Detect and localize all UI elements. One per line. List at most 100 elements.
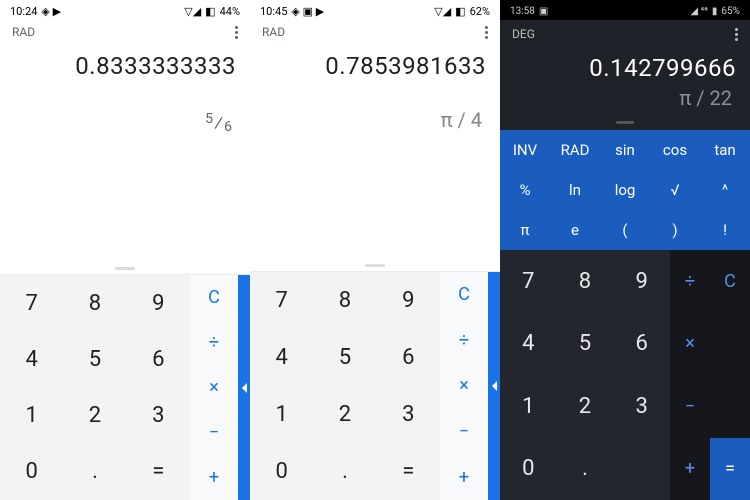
key-divide[interactable]: ÷ [670, 250, 710, 313]
more-menu-button[interactable] [485, 26, 488, 39]
key-dot[interactable]: . [313, 443, 376, 500]
panel-handle[interactable] [616, 121, 634, 124]
key-minus[interactable]: − [670, 375, 710, 438]
key-sqrt[interactable]: √ [650, 170, 700, 210]
result-display: 0.142799666 [500, 46, 750, 82]
key-dot[interactable]: . [63, 444, 126, 500]
expression-display: π / 22 [500, 82, 750, 114]
key-multiply[interactable]: × [670, 313, 710, 376]
calculator-screen-2: 10:45 ◈ ▣ ▶ ▽◢ ◧ 62% RAD 0.7853981633 π … [250, 0, 500, 500]
key-rad[interactable]: RAD [550, 130, 600, 170]
key-2[interactable]: 2 [557, 375, 614, 438]
number-pad: 7 8 9 4 5 6 1 2 3 0 . = [0, 275, 190, 500]
key-tan[interactable]: tan [700, 130, 750, 170]
key-plus[interactable]: + [670, 438, 710, 500]
key-power[interactable]: ^ [700, 170, 750, 210]
key-5[interactable]: 5 [557, 313, 614, 376]
key-8[interactable]: 8 [63, 275, 126, 331]
status-left-icons: ▣ [539, 6, 548, 17]
key-clear[interactable]: C [190, 275, 238, 320]
key-clear[interactable]: C [710, 250, 750, 313]
key-equals[interactable]: = [377, 443, 440, 500]
key-clear[interactable]: C [440, 272, 488, 318]
key-0[interactable]: 0 [250, 443, 313, 500]
panel-handle[interactable] [365, 264, 385, 267]
key-3[interactable]: 3 [377, 386, 440, 443]
calculator-screen-3: 13:58 ▣ ◢ ⁴⁶ ▮ 65% DEG 0.142799666 π / 2… [500, 0, 750, 500]
key-0[interactable]: 0 [0, 444, 63, 500]
keypad-area: 7 8 9 4 5 6 1 2 3 0 . ÷ C × − + = [500, 250, 750, 500]
advanced-drawer-handle[interactable] [488, 272, 500, 500]
key-lparen[interactable]: ( [600, 210, 650, 250]
angle-mode-toggle[interactable]: RAD [262, 25, 285, 39]
key-multiply[interactable]: × [440, 363, 488, 409]
angle-mode-toggle[interactable]: RAD [12, 25, 35, 39]
key-rparen[interactable]: ) [650, 210, 700, 250]
key-divide[interactable]: ÷ [190, 320, 238, 365]
key-3[interactable]: 3 [127, 388, 190, 444]
number-pad: 7 8 9 4 5 6 1 2 3 0 . = [250, 272, 440, 500]
key-inv[interactable]: INV [500, 130, 550, 170]
key-plus[interactable]: + [440, 454, 488, 500]
key-1[interactable]: 1 [250, 386, 313, 443]
key-4[interactable]: 4 [500, 313, 557, 376]
keypad-area: 7 8 9 4 5 6 1 2 3 0 . = C ÷ × − + [0, 274, 250, 500]
key-0[interactable]: 0 [500, 438, 557, 500]
key-sin[interactable]: sin [600, 130, 650, 170]
key-dot[interactable]: . [557, 438, 614, 500]
key-minus[interactable]: − [190, 410, 238, 455]
key-6[interactable]: 6 [377, 329, 440, 386]
key-log[interactable]: log [600, 170, 650, 210]
key-2[interactable]: 2 [63, 388, 126, 444]
key-9[interactable]: 9 [127, 275, 190, 331]
key-9[interactable]: 9 [377, 272, 440, 329]
key-2[interactable]: 2 [313, 386, 376, 443]
more-menu-button[interactable] [235, 26, 238, 39]
status-time: 10:24 [10, 5, 37, 18]
key-cos[interactable]: cos [650, 130, 700, 170]
key-6[interactable]: 6 [127, 331, 190, 387]
expression-display: π / 4 [250, 80, 500, 138]
expression-text: π / 4 [441, 108, 482, 132]
key-factorial[interactable]: ! [700, 210, 750, 250]
key-pi[interactable]: π [500, 210, 550, 250]
key-5[interactable]: 5 [63, 331, 126, 387]
battery-icon: ◧ [205, 5, 215, 18]
key-equals[interactable]: = [127, 444, 190, 500]
key-4[interactable]: 4 [0, 331, 63, 387]
key-1[interactable]: 1 [0, 388, 63, 444]
key-8[interactable]: 8 [557, 250, 614, 313]
more-menu-button[interactable] [735, 28, 738, 41]
key-percent[interactable]: % [500, 170, 550, 210]
key-equals[interactable]: = [710, 438, 750, 500]
key-3[interactable]: 3 [613, 375, 670, 438]
fraction-expression: 5 ⁄ 6 [205, 111, 232, 135]
key-5[interactable]: 5 [313, 329, 376, 386]
status-left-icons: ◈ ▶ [41, 5, 61, 18]
key-9[interactable]: 9 [613, 250, 670, 313]
key-e[interactable]: e [550, 210, 600, 250]
key-minus[interactable]: − [440, 409, 488, 455]
angle-mode-toggle[interactable]: DEG [512, 27, 535, 41]
advanced-drawer-handle[interactable] [238, 275, 250, 500]
result-value: 0.8333333333 [14, 52, 236, 80]
key-8[interactable]: 8 [313, 272, 376, 329]
key-ln[interactable]: ln [550, 170, 600, 210]
status-time: 10:45 [260, 5, 287, 18]
battery-percent: 62% [470, 5, 490, 18]
key-multiply[interactable]: × [190, 365, 238, 410]
key-4[interactable]: 4 [250, 329, 313, 386]
key-6[interactable]: 6 [613, 313, 670, 376]
key-divide[interactable]: ÷ [440, 318, 488, 364]
key-7[interactable]: 7 [500, 250, 557, 313]
result-value: 0.7853981633 [264, 52, 486, 80]
key-7[interactable]: 7 [250, 272, 313, 329]
panel-handle[interactable] [115, 267, 135, 270]
key-1[interactable]: 1 [500, 375, 557, 438]
result-display: 0.7853981633 [250, 44, 500, 80]
result-display: 0.8333333333 [0, 44, 250, 80]
operator-column: C ÷ × − + [440, 272, 488, 500]
keypad-area: 7 8 9 4 5 6 1 2 3 0 . = C ÷ × − + [250, 271, 500, 500]
key-7[interactable]: 7 [0, 275, 63, 331]
key-plus[interactable]: + [190, 455, 238, 500]
